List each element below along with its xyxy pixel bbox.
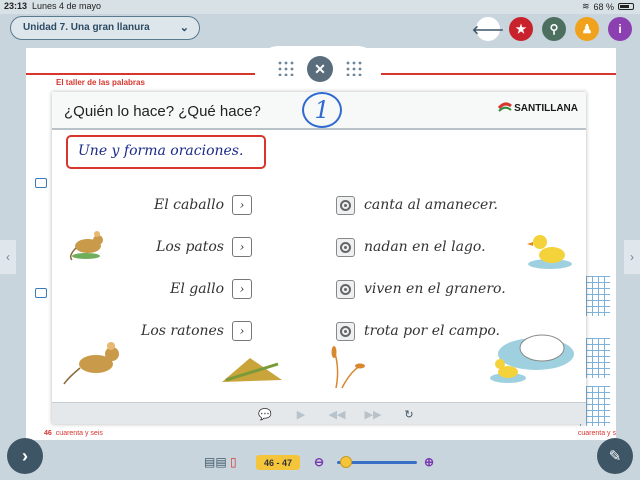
subject-item: El gallo › — [52, 279, 252, 299]
subject-text: Los ratones — [141, 323, 224, 339]
predicate-item: viven en el granero. — [336, 279, 566, 299]
battery-icon — [618, 3, 634, 10]
page-indicator[interactable]: 46 - 47 — [256, 455, 300, 470]
chevron-right-icon: › — [239, 324, 245, 338]
predicate-text: nadan en el lago. — [364, 239, 486, 255]
target-icon — [340, 283, 351, 295]
right-page-number: cuarenta y s — [577, 430, 616, 437]
resource-marker-icon[interactable] — [35, 288, 47, 298]
search-button[interactable]: ⚲ — [542, 17, 566, 41]
next-page-button[interactable]: › — [624, 240, 640, 274]
target-icon — [340, 199, 351, 211]
status-bar: 23:13 Lunes 4 de mayo ≋ 68 % — [0, 0, 640, 14]
chevron-down-icon: ⌄ — [179, 22, 189, 34]
modal-header: ¿Quién lo hace? ¿Qué hace? 1 SANTILLANA — [52, 92, 586, 130]
user-button[interactable]: ♟ — [575, 17, 599, 41]
publisher-name: SANTILLANA — [514, 102, 578, 114]
wifi-icon: ≋ — [581, 1, 590, 11]
predicate-text: trota por el campo. — [364, 323, 500, 339]
battery-text: 68 % — [593, 1, 614, 12]
zoom-slider-handle[interactable] — [340, 456, 353, 468]
rewind-icon: ◀◀ — [328, 408, 346, 421]
connect-button[interactable]: › — [232, 321, 252, 341]
target-icon — [340, 325, 351, 337]
predicate-text: canta al amanecer. — [364, 197, 498, 213]
play-icon: ▶ — [296, 408, 306, 421]
person-icon: ♟ — [581, 22, 593, 36]
status-date: Lunes 4 de mayo — [32, 1, 102, 11]
target-button[interactable] — [336, 321, 355, 341]
unit-selector-label: Unidad 7. Una gran llanura — [23, 22, 150, 33]
status-right: ≋ 68 % — [582, 1, 634, 12]
santillana-logo-icon — [498, 102, 513, 112]
star-icon: ★ — [515, 22, 527, 36]
reset-button[interactable]: ↻ — [396, 406, 422, 422]
zoom-in-icon[interactable]: ⊕ — [424, 455, 434, 469]
info-icon: i — [618, 22, 622, 36]
activity-modal: ¿Quién lo hace? ¿Qué hace? 1 SANTILLANA … — [52, 92, 586, 424]
connect-button[interactable]: › — [232, 195, 252, 215]
previous-page-button[interactable]: ‹ — [0, 240, 16, 274]
target-icon — [340, 241, 351, 253]
target-button[interactable] — [336, 195, 355, 215]
feedback-button[interactable]: 💬 — [252, 406, 278, 422]
drag-handle-icon[interactable] — [277, 60, 295, 76]
status-time: 23:13 — [4, 1, 28, 11]
modal-toolbar: 💬 ▶ ◀◀ ▶▶ ↻ — [52, 402, 586, 424]
section-title: El taller de las palabras — [56, 78, 145, 87]
mouse-illustration — [69, 231, 103, 261]
play-button[interactable]: ▶ — [288, 406, 314, 422]
activity-title: ¿Quién lo hace? ¿Qué hace? — [64, 103, 261, 120]
back-arrow-icon: 🡐 — [471, 22, 505, 37]
mouse-illustration — [63, 342, 119, 385]
pdf-icon[interactable]: ▯ — [230, 455, 237, 469]
left-page-number: 46 cuarenta y seis — [44, 430, 103, 437]
chevron-left-icon: ‹ — [6, 250, 10, 264]
book-view-icon[interactable]: ▤▤ — [204, 455, 227, 469]
target-button[interactable] — [336, 237, 355, 257]
subject-text: El gallo — [170, 281, 224, 297]
connect-button[interactable]: › — [232, 237, 252, 257]
pencil-icon: ✎ — [608, 448, 622, 465]
chevron-right-icon: › — [239, 240, 245, 254]
unit-selector[interactable]: Unidad 7. Una gran llanura ⌄ — [10, 16, 200, 40]
chevron-right-icon: › — [239, 198, 245, 212]
subject-text: Los patos — [156, 239, 224, 255]
chevron-right-icon: › — [22, 445, 28, 466]
predicate-item: canta al amanecer. — [336, 195, 566, 215]
instruction-box: Une y forma oraciones. — [66, 135, 266, 169]
hay-bundle-illustration — [222, 358, 282, 382]
forward-icon: ▶▶ — [364, 408, 382, 421]
close-icon: ✕ — [314, 60, 326, 77]
connect-button[interactable]: › — [232, 279, 252, 299]
target-button[interactable] — [336, 279, 355, 299]
chevron-right-icon: › — [630, 250, 634, 264]
zoom-out-icon[interactable]: ⊖ — [314, 455, 324, 469]
predicate-text: viven en el granero. — [364, 281, 506, 297]
top-toolbar: 🡐 ★ ⚲ ♟ i — [472, 17, 632, 41]
rewind-button[interactable]: ◀◀ — [324, 406, 350, 422]
activity-number: 1 — [302, 92, 342, 128]
chevron-right-icon: › — [239, 282, 245, 296]
favorite-button[interactable]: ★ — [509, 17, 533, 41]
reload-icon: ↻ — [404, 408, 414, 421]
resource-marker-icon[interactable] — [35, 178, 47, 188]
drag-handle-icon[interactable] — [345, 60, 363, 76]
reed-illustration — [331, 346, 365, 389]
publisher-logo: SANTILLANA — [498, 102, 578, 114]
subject-item: El caballo › — [52, 195, 252, 215]
forward-button[interactable]: ▶▶ — [360, 406, 386, 422]
edit-button[interactable]: ✎ — [597, 438, 633, 474]
duck-illustration — [527, 235, 572, 269]
close-modal-button[interactable]: ✕ — [307, 56, 333, 82]
expand-menu-button[interactable]: › — [7, 438, 43, 474]
ducks-pond-illustration — [490, 334, 574, 383]
back-arrow-button[interactable]: 🡐 — [472, 17, 504, 41]
speech-bubble-icon: 💬 — [258, 408, 272, 421]
subject-text: El caballo — [153, 197, 224, 213]
search-icon: ⚲ — [549, 22, 559, 36]
info-button[interactable]: i — [608, 17, 632, 41]
